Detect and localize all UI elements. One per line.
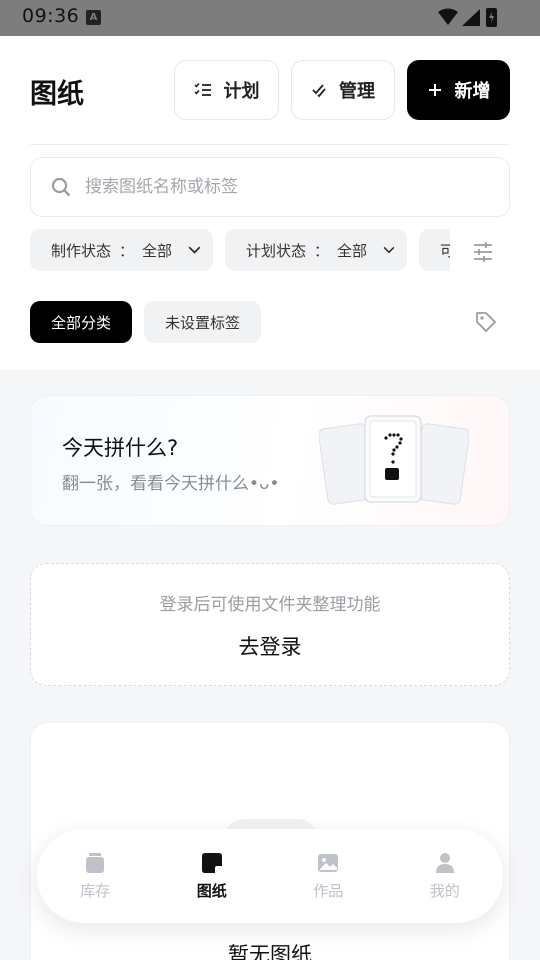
filter-label: 可 [440,241,450,260]
today-card-subtitle: 翻一张，看看今天拼什么•ᴗ• [62,474,280,494]
status-bar: 09:36 A [0,0,540,36]
plan-button-label: 计划 [223,81,260,102]
empty-state-text: 暂无图纸 [228,943,312,960]
system-status-icons [438,8,497,27]
plan-button[interactable]: 计划 [174,60,279,120]
filter-sep: ： [314,241,330,260]
tag-icon[interactable] [474,310,498,334]
status-time: 09:36 [22,5,80,27]
filter-value: 全部 [142,241,173,260]
filter-third[interactable]: 可 [419,229,450,271]
bottom-navigation: 库存 图纸 作品 我的 [37,829,503,923]
filter-row: 制作状态 ： 全部 计划状态 ： 全部 可 [30,229,450,271]
nav-label: 作品 [313,881,344,900]
nav-label: 我的 [429,881,460,900]
image-icon [318,853,339,872]
chevron-down-icon [383,246,395,254]
header-panel: 图纸 计划 管理 新增 搜索图纸名称或标签 制作状态 ： 全部 计划状态 ： 全… [0,36,540,370]
today-card-title: 今天拼什么? [62,436,179,460]
search-icon [51,177,71,197]
search-box[interactable] [30,157,510,217]
person-icon [435,852,454,873]
category-untagged[interactable]: 未设置标签 [144,301,261,343]
nav-item-works[interactable]: 作品 [270,829,387,923]
manage-button-label: 管理 [339,81,375,102]
nav-label: 图纸 [196,881,227,900]
category-all[interactable]: 全部分类 [30,301,132,343]
accessibility-icon: A [86,10,101,25]
add-button-label: 新增 [454,81,491,102]
go-login-link[interactable]: 去登录 [31,631,509,661]
wifi-icon [438,8,458,25]
page-title: 图纸 [30,79,84,110]
header-divider [30,144,510,145]
filter-label: 计划状态 [246,241,307,260]
card-stack-illustration [319,415,469,505]
filter-sep: ： [119,241,135,260]
manage-button[interactable]: 管理 [291,60,395,120]
today-random-card[interactable]: 今天拼什么? 翻一张，看看今天拼什么•ᴗ• [30,395,510,526]
nav-item-inventory[interactable]: 库存 [37,829,154,923]
box-icon [86,852,105,873]
filter-label: 制作状态 [51,241,112,260]
filter-make-status[interactable]: 制作状态 ： 全部 [30,229,213,271]
filter-plan-status[interactable]: 计划状态 ： 全部 [225,229,407,271]
search-input[interactable] [85,177,465,197]
chevron-down-icon [188,246,201,254]
double-check-icon [311,82,327,98]
nav-item-drawings[interactable]: 图纸 [154,829,271,923]
checklist-icon [193,82,212,98]
add-button[interactable]: 新增 [407,60,510,120]
login-hint-text: 登录后可使用文件夹整理功能 [159,595,381,615]
plus-icon [427,82,443,98]
signal-icon [462,9,480,26]
nav-label: 库存 [80,881,111,900]
filter-value: 全部 [337,241,368,260]
note-icon [201,852,222,873]
nav-item-profile[interactable]: 我的 [387,829,504,923]
login-prompt-card: 登录后可使用文件夹整理功能 去登录 [30,563,510,686]
tune-icon[interactable] [472,241,494,263]
